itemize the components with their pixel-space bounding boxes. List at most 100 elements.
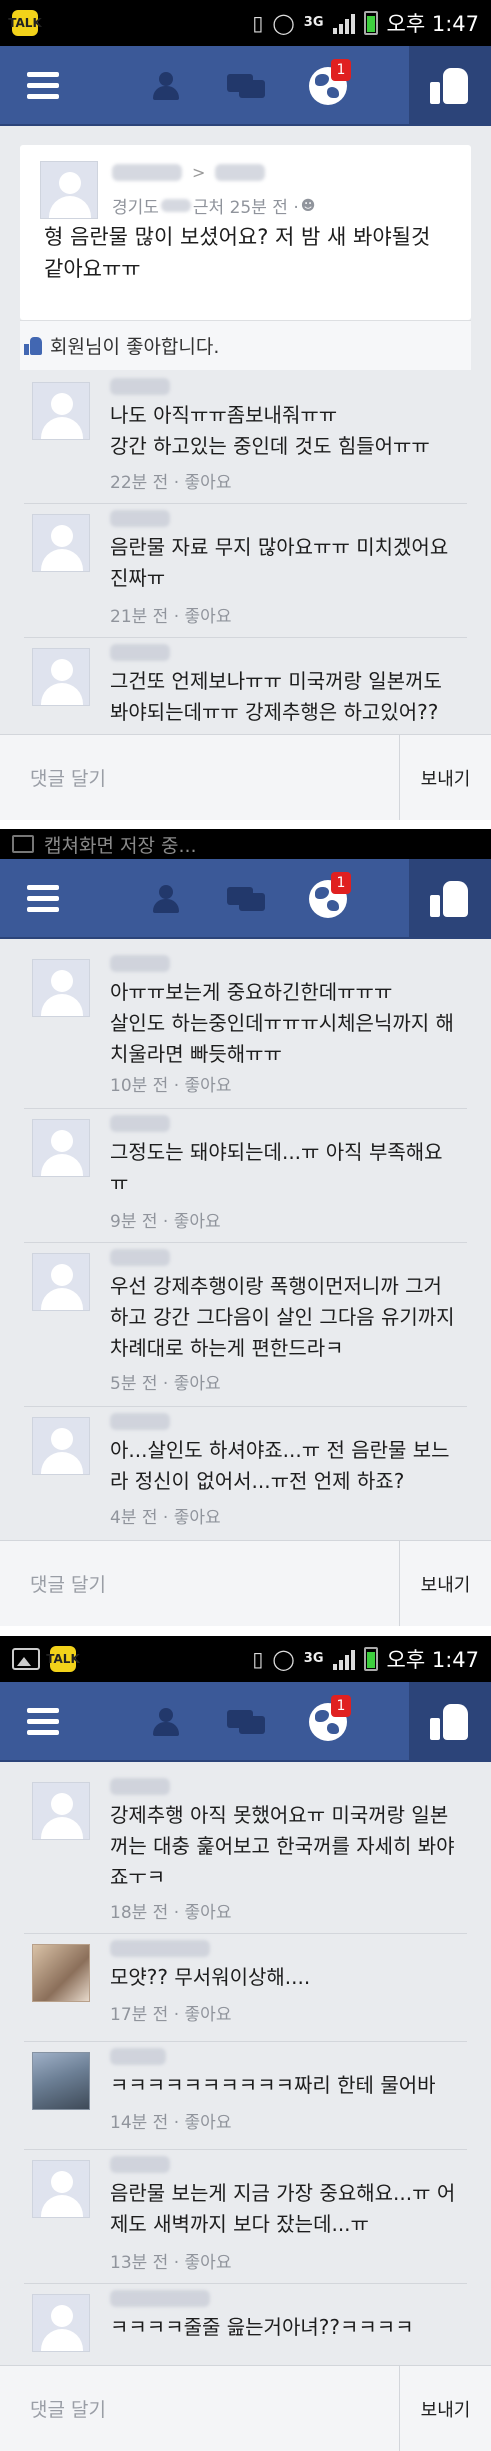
vibrate-icon: ▯ <box>252 11 264 35</box>
commenter-name-redacted[interactable] <box>110 510 170 527</box>
comment-footer: 18분 전 · 좋아요 <box>110 1903 232 1923</box>
comment-item: 아...살인도 하셔야죠...ㅠ 전 음란물 보느라 정신이 없어서...ㅠ전 … <box>24 1407 467 1539</box>
comment-footer: 10분 전 · 좋아요 <box>110 1076 232 1096</box>
comment-like-link[interactable]: 좋아요 <box>185 2253 232 2273</box>
comment-text: 음란물 보는게 지금 가장 중요해요...ㅠ 어제도 새벽까지 보다 잤는데..… <box>110 2181 456 2236</box>
commenter-name-redacted[interactable] <box>110 378 170 395</box>
comment-time: 9분 전 <box>110 1212 158 1232</box>
commenter-name-redacted[interactable] <box>110 1940 210 1957</box>
comment-like-link[interactable]: 좋아요 <box>185 473 232 493</box>
facebook-toolbar: 1 <box>0 859 491 939</box>
comment-input[interactable]: 댓글 달기 <box>0 1570 399 1597</box>
commenter-name-redacted[interactable] <box>110 2048 166 2065</box>
comment-text: 아ㅠㅠ보는게 중요하긴한데ㅠㅠㅠ 살인도 하는중인데ㅠㅠㅠ시체은닉까지 해치울라… <box>110 980 454 1066</box>
comment-footer: 4분 전 · 좋아요 <box>110 1508 221 1528</box>
commenter-avatar[interactable] <box>32 648 90 706</box>
send-button[interactable]: 보내기 <box>399 1540 491 1626</box>
commenter-name-redacted[interactable] <box>110 644 170 661</box>
comment-item: 강제추행 아직 못했어요ㅠ 미국꺼랑 일본꺼는 대충 훑어보고 한국꺼를 자세히… <box>24 1772 467 1934</box>
commenter-avatar[interactable] <box>32 514 90 572</box>
menu-icon[interactable] <box>14 884 72 912</box>
comment-time: 21분 전 <box>110 607 169 627</box>
post-text: 형 음란물 많이 보셨어요? 저 밤 새 봐야될것같아요ㅠㅠ <box>44 225 431 281</box>
poster-name-redacted[interactable] <box>112 164 182 181</box>
friend-requests-icon[interactable] <box>145 1706 185 1738</box>
comment-time: 18분 전 <box>110 1903 169 1923</box>
commenter-avatar[interactable] <box>32 382 90 440</box>
comment-input[interactable]: 댓글 달기 <box>0 2395 399 2422</box>
commenter-avatar[interactable] <box>32 1417 90 1475</box>
comment-footer: 13분 전 · 좋아요 <box>110 2253 232 2273</box>
reply-bar: 댓글 달기 보내기 <box>0 1540 491 1626</box>
commenter-avatar[interactable] <box>32 959 90 1017</box>
likes-summary[interactable]: 회원님이 좋아합니다. <box>24 332 471 359</box>
commenter-photo-avatar[interactable] <box>32 1944 90 2002</box>
commenter-name-redacted[interactable] <box>110 1115 170 1132</box>
commenter-name-redacted[interactable] <box>110 1249 170 1266</box>
friend-requests-icon[interactable] <box>145 70 185 102</box>
commenter-name-redacted[interactable] <box>110 955 170 972</box>
messages-icon[interactable] <box>227 1706 267 1738</box>
comment-footer: 22분 전 · 좋아요 <box>110 473 232 493</box>
network-type: 3G <box>303 15 324 30</box>
location-redacted <box>160 199 191 212</box>
commenter-avatar[interactable] <box>32 2160 90 2218</box>
comment-like-link[interactable]: 좋아요 <box>174 1508 221 1528</box>
clock: 오후 1:47 <box>386 1648 479 1672</box>
comment-footer: 17분 전 · 좋아요 <box>110 2005 232 2025</box>
comment-text: 그건또 언제보나ㅠㅠ 미국꺼랑 일본꺼도 봐야되는데ㅠㅠ 강제추행은 하고있어?… <box>110 669 442 724</box>
messages-icon[interactable] <box>227 70 267 102</box>
facebook-toolbar: 1 <box>0 1682 491 1762</box>
comment-item: 그정도는 돼야되는데...ㅠ 아직 부족해요ㅠ 9분 전 · 좋아요 <box>24 1109 467 1243</box>
notifications-globe-icon[interactable]: 1 <box>309 59 351 105</box>
target-name-redacted[interactable] <box>215 164 266 181</box>
menu-icon[interactable] <box>14 71 72 99</box>
comment-time: 5분 전 <box>110 1374 158 1394</box>
comment-like-link[interactable]: 좋아요 <box>185 607 232 627</box>
commenter-name-redacted[interactable] <box>110 2156 170 2173</box>
commenter-avatar[interactable] <box>32 1782 90 1840</box>
likes-text: 회원님이 좋아합니다. <box>50 336 220 358</box>
comment-input[interactable]: 댓글 달기 <box>0 764 399 791</box>
send-button[interactable]: 보내기 <box>399 734 491 820</box>
notifications-globe-icon[interactable]: 1 <box>309 1695 351 1741</box>
like-button[interactable] <box>409 46 491 126</box>
commenter-name-redacted[interactable] <box>110 1413 170 1430</box>
comment-list: 아ㅠㅠ보는게 중요하긴한데ㅠㅠㅠ 살인도 하는중인데ㅠㅠㅠ시체은닉까지 해치울라… <box>24 949 467 1539</box>
comment-like-link[interactable]: 좋아요 <box>185 2005 232 2025</box>
comment-text: 우선 강제추행이랑 폭행이먼저니까 그거하고 강간 그다음이 살인 그다음 유기… <box>110 1274 455 1360</box>
screenshot-3: TALK ▯ ◯ 3G 오후 1:47 1 강제추행 아직 못했어요ㅠ 미국꺼랑… <box>0 1636 491 2451</box>
comment-like-link[interactable]: 좋아요 <box>185 1903 232 1923</box>
original-post: > 경기도 근처 25분 전 · ☻ 형 음란물 많이 보셨어요? 저 밤 새 … <box>20 145 471 320</box>
comment-time: 10분 전 <box>110 1076 169 1096</box>
notification-badge: 1 <box>331 1695 351 1717</box>
notifications-globe-icon[interactable]: 1 <box>309 872 351 918</box>
comment-like-link[interactable]: 좋아요 <box>185 2113 232 2133</box>
menu-icon[interactable] <box>14 1707 72 1735</box>
poster-avatar[interactable] <box>40 161 98 219</box>
messages-icon[interactable] <box>227 883 267 915</box>
comment-item: 음란물 자료 무지 많아요ㅠㅠ 미치겠어요 진짜ㅠ 21분 전 · 좋아요 <box>24 504 467 638</box>
comment-like-link[interactable]: 좋아요 <box>174 1374 221 1394</box>
like-button[interactable] <box>409 1682 491 1762</box>
alarm-icon: ◯ <box>272 11 295 35</box>
network-type: 3G <box>303 1651 324 1666</box>
comment-like-link[interactable]: 좋아요 <box>174 1212 221 1232</box>
send-button[interactable]: 보내기 <box>399 2365 491 2451</box>
reply-bar: 댓글 달기 보내기 <box>0 734 491 820</box>
comment-item: 그건또 언제보나ㅠㅠ 미국꺼랑 일본꺼도 봐야되는데ㅠㅠ 강제추행은 하고있어?… <box>24 638 467 748</box>
comment-footer: 9분 전 · 좋아요 <box>110 1212 221 1232</box>
commenter-avatar[interactable] <box>32 1119 90 1177</box>
like-button[interactable] <box>409 859 491 939</box>
comment-list: 나도 아직ㅠㅠ좀보내줘ㅠㅠ 강간 하고있는 중인데 것도 힘들어ㅠㅠ 22분 전… <box>24 372 467 748</box>
commenter-avatar[interactable] <box>32 1253 90 1311</box>
friend-requests-icon[interactable] <box>145 883 185 915</box>
commenter-name-redacted[interactable] <box>110 1778 170 1795</box>
commenter-photo-avatar[interactable] <box>32 2052 90 2110</box>
reply-bar: 댓글 달기 보내기 <box>0 2365 491 2451</box>
commenter-avatar[interactable] <box>32 2294 90 2352</box>
comment-like-link[interactable]: 좋아요 <box>185 1076 232 1096</box>
commenter-name-redacted[interactable] <box>110 2290 210 2307</box>
status-bar: TALK ▯ ◯ 3G 오후 1:47 <box>0 1636 491 1682</box>
comment-item: 우선 강제추행이랑 폭행이먼저니까 그거하고 강간 그다음이 살인 그다음 유기… <box>24 1243 467 1407</box>
